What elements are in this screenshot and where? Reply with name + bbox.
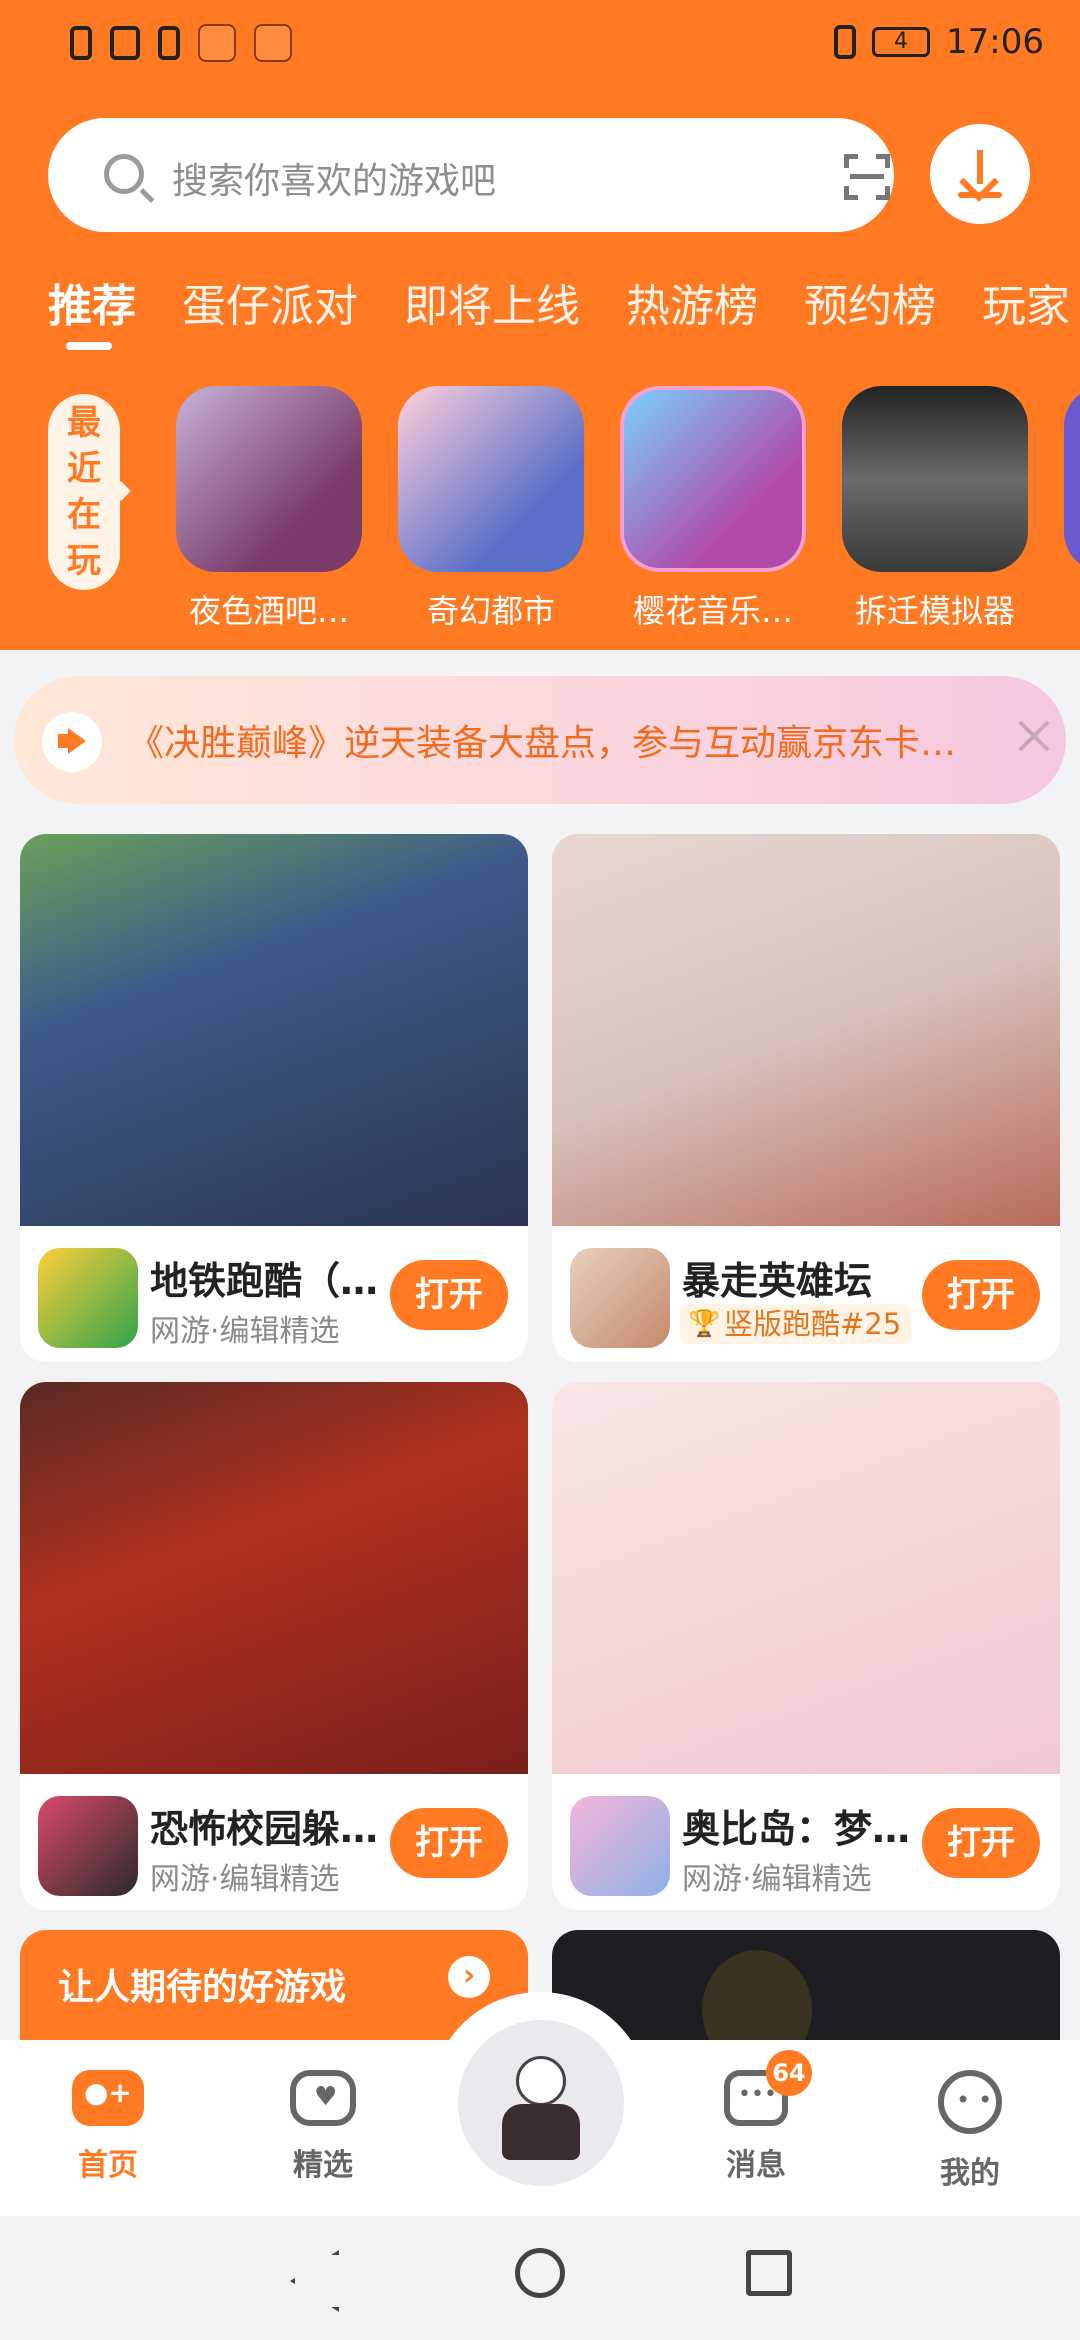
game-name: 地铁跑酷（…	[150, 1259, 379, 1303]
heart-icon	[290, 2070, 356, 2126]
game-icon	[842, 386, 1028, 572]
game-banner-image	[20, 1382, 528, 1774]
nav-featured[interactable]: 精选	[243, 2070, 403, 2184]
search-icon	[104, 154, 144, 194]
game-icon	[570, 1248, 670, 1348]
close-icon[interactable]	[1014, 716, 1054, 756]
recent-game[interactable]: 拆迁模拟器	[842, 386, 1028, 626]
search-input[interactable]: 搜索你喜欢的游戏吧	[48, 118, 894, 232]
rank-badge: 竖版跑酷#25	[680, 1304, 912, 1344]
promo-section-header[interactable]: 让人期待的好游戏 ›	[20, 1930, 528, 2050]
game-name: 暴走英雄坛	[682, 1259, 873, 1303]
nav-profile[interactable]: 我的	[890, 2070, 1050, 2192]
game-card[interactable]: 恐怖校园躲… 网游·编辑精选 打开	[20, 1382, 528, 1910]
game-banner-image	[552, 834, 1060, 1226]
game-icon	[620, 386, 806, 572]
game-tag: 网游·编辑精选	[150, 1862, 340, 1897]
announcement-banner[interactable]: 《决胜巅峰》逆天装备大盘点，参与互动赢京东卡…	[14, 676, 1066, 804]
game-icon	[176, 386, 362, 572]
game-icon	[570, 1796, 670, 1896]
open-button[interactable]: 打开	[390, 1808, 508, 1878]
recent-game[interactable]: 樱花音乐…	[620, 386, 806, 626]
recents-icon[interactable]	[746, 2250, 792, 2296]
nav-messages[interactable]: 64 消息	[676, 2050, 836, 2184]
open-button[interactable]: 打开	[922, 1260, 1040, 1330]
message-icon: 64	[724, 2050, 812, 2126]
category-tabs: 推荐 蛋仔派对 即将上线 热游榜 预约榜 玩家	[48, 270, 1070, 350]
message-count-badge: 64	[766, 2050, 812, 2096]
avatar[interactable]	[458, 2020, 624, 2186]
tab-players[interactable]: 玩家	[982, 270, 1070, 334]
system-navigation-bar	[0, 2216, 1080, 2340]
game-card-partial[interactable]	[552, 1930, 1060, 2070]
game-icon	[38, 1796, 138, 1896]
tab-hot[interactable]: 热游榜	[626, 270, 758, 334]
game-banner-image	[552, 1382, 1060, 1774]
battery-icon: 4	[872, 27, 931, 57]
recent-game[interactable]: 奇幻都市	[398, 386, 584, 626]
vibrate-icon	[834, 25, 857, 59]
face-icon	[938, 2070, 1002, 2134]
game-name: 恐怖校园躲…	[150, 1807, 379, 1851]
tab-upcoming[interactable]: 即将上线	[404, 270, 580, 334]
announcement-text: 《决胜巅峰》逆天装备大盘点，参与互动赢京东卡…	[128, 723, 957, 764]
tab-reservation[interactable]: 预约榜	[804, 270, 936, 334]
megaphone-icon	[42, 712, 102, 772]
recent-game[interactable]: 夜色酒吧…	[176, 386, 362, 626]
nav-home[interactable]: 首页	[28, 2070, 188, 2184]
game-card[interactable]: 地铁跑酷（… 网游·编辑精选 打开	[20, 834, 528, 1362]
game-card[interactable]: 奥比岛：梦… 网游·编辑精选 打开	[552, 1382, 1060, 1910]
search-placeholder: 搜索你喜欢的游戏吧	[172, 161, 497, 202]
recent-game[interactable]	[1064, 386, 1080, 586]
tab-eggy-party[interactable]: 蛋仔派对	[182, 270, 358, 334]
chevron-right-icon[interactable]: ›	[448, 1956, 490, 1998]
open-button[interactable]: 打开	[922, 1808, 1040, 1878]
game-name: 奥比岛：梦…	[682, 1807, 911, 1851]
promo-title: 让人期待的好游戏	[58, 1967, 347, 2008]
recently-played-label: 最 近 在 玩	[48, 394, 120, 590]
tab-recommend[interactable]: 推荐	[48, 270, 136, 350]
recently-played-list: 夜色酒吧… 奇幻都市 樱花音乐… 拆迁模拟器	[176, 386, 1080, 626]
game-icon	[1064, 386, 1080, 572]
huawei-icon	[254, 24, 292, 62]
game-card[interactable]: 暴走英雄坛 竖版跑酷#25 打开	[552, 834, 1060, 1362]
game-tag: 网游·编辑精选	[682, 1862, 872, 1897]
gamepad-icon	[72, 2070, 144, 2126]
download-icon	[977, 150, 983, 184]
download-button[interactable]	[930, 124, 1030, 224]
game-tag: 网游·编辑精选	[150, 1314, 340, 1349]
status-bar: 4 17:06	[0, 0, 1080, 88]
home-icon[interactable]	[515, 2248, 565, 2298]
scan-icon[interactable]	[844, 154, 890, 200]
game-icon	[38, 1248, 138, 1348]
status-time: 17:06	[946, 22, 1044, 62]
app-notification-icon	[198, 24, 236, 62]
back-icon[interactable]	[290, 2250, 330, 2302]
wifi-icon	[110, 26, 140, 60]
notification-icon	[158, 26, 180, 60]
game-icon	[398, 386, 584, 572]
open-button[interactable]: 打开	[390, 1260, 508, 1330]
game-banner-image	[20, 834, 528, 1226]
alert-icon	[70, 26, 92, 60]
